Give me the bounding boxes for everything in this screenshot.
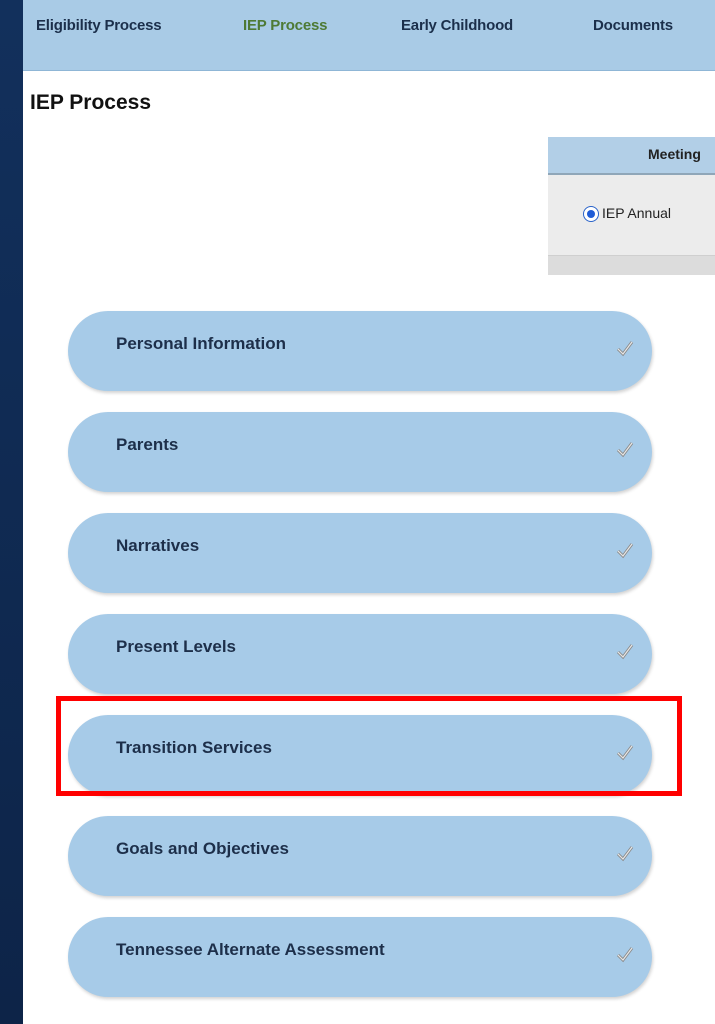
meeting-panel-footer bbox=[548, 255, 715, 275]
section-label: Goals and Objectives bbox=[116, 839, 289, 858]
top-navigation: Eligibility Process IEP Process Early Ch… bbox=[23, 0, 715, 71]
section-label: Narratives bbox=[116, 536, 200, 555]
meeting-panel: Meeting IEP Annual bbox=[548, 137, 715, 275]
section-goals-and-objectives[interactable]: Goals and Objectives bbox=[68, 816, 652, 896]
page-title: IEP Process bbox=[30, 91, 152, 114]
checkmark-icon bbox=[616, 846, 634, 862]
nav-eligibility-process[interactable]: Eligibility Process bbox=[36, 17, 162, 34]
iep-annual-label[interactable]: IEP Annual bbox=[602, 205, 671, 221]
iep-annual-radio[interactable] bbox=[583, 206, 599, 222]
meeting-header: Meeting bbox=[548, 137, 715, 175]
section-tennessee-alternate-assessment[interactable]: Tennessee Alternate Assessment bbox=[68, 917, 652, 997]
window-border bbox=[0, 0, 23, 1024]
section-present-levels[interactable]: Present Levels bbox=[68, 614, 652, 694]
checkmark-icon bbox=[616, 543, 634, 559]
section-transition-services[interactable]: Transition Services bbox=[68, 715, 652, 795]
nav-early-childhood[interactable]: Early Childhood bbox=[401, 17, 513, 34]
checkmark-icon bbox=[616, 341, 634, 357]
section-label: Tennessee Alternate Assessment bbox=[116, 940, 385, 959]
nav-documents[interactable]: Documents bbox=[593, 17, 673, 34]
checkmark-icon bbox=[616, 442, 634, 458]
section-label: Personal Information bbox=[116, 334, 287, 353]
section-label: Present Levels bbox=[116, 637, 237, 656]
nav-iep-process[interactable]: IEP Process bbox=[243, 17, 327, 34]
main-content: IEP Process Meeting IEP Annual Personal … bbox=[23, 71, 715, 1024]
section-label: Parents bbox=[116, 435, 179, 454]
meeting-header-label: Meeting bbox=[648, 146, 701, 162]
section-parents[interactable]: Parents bbox=[68, 412, 652, 492]
checkmark-icon bbox=[616, 745, 634, 761]
checkmark-icon bbox=[616, 644, 634, 660]
section-label: Transition Services bbox=[116, 738, 272, 757]
section-personal-information[interactable]: Personal Information bbox=[68, 311, 652, 391]
section-narratives[interactable]: Narratives bbox=[68, 513, 652, 593]
checkmark-icon bbox=[616, 947, 634, 963]
